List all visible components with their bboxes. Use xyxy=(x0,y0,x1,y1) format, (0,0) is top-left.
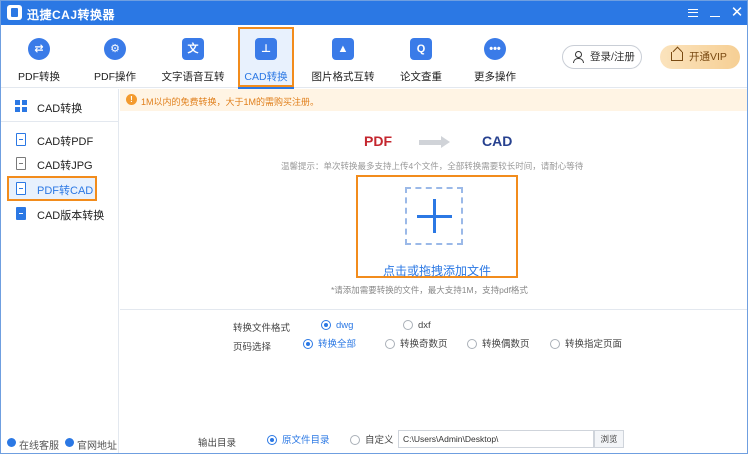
sidebar-item-cad-to-jpg[interactable]: CAD转JPG xyxy=(1,151,118,176)
format-label: 转换文件格式 xyxy=(233,323,291,334)
sidebar-item-cad-to-pdf[interactable]: CAD转PDF xyxy=(1,127,118,152)
page-radio-custom[interactable]: 转换指定页面 xyxy=(550,339,622,352)
open-vip-button[interactable]: 开通VIP xyxy=(660,45,740,69)
support-text: *请添加需要转换的文件，最大支持1M，支持pdf格式 xyxy=(331,285,528,295)
tool-paper-check[interactable]: Q 论文查重 xyxy=(389,27,453,87)
tool-label: 更多操作 xyxy=(474,71,516,83)
app-window: 迅捷CAJ转换器 ✕ ⇄ PDF转换 ⚙ PDF操作 文 文字语音互转 ⊥ CA… xyxy=(0,0,748,454)
divider xyxy=(120,309,747,310)
arrow-right-icon xyxy=(419,136,451,148)
sidebar-item-label: PDF转CAD xyxy=(37,185,94,197)
jpg-file-icon xyxy=(16,157,26,170)
page-radio-all[interactable]: 转换全部 xyxy=(303,339,356,352)
add-file-dropzone[interactable]: 点击或拖拽添加文件 xyxy=(356,175,518,278)
grid-icon xyxy=(15,100,27,112)
format-radio-dxf[interactable]: dxf xyxy=(403,320,431,333)
sidebar: CAD转换 CAD转PDF CAD转JPG PDF转CAD CAD版本转换 在线… xyxy=(1,89,119,453)
tool-label: PDF转换 xyxy=(18,71,60,83)
pdf-convert-icon: ⇄ xyxy=(28,38,50,60)
crown-icon xyxy=(671,52,683,61)
flow-source-format: PDF xyxy=(364,133,392,149)
globe-icon xyxy=(65,438,74,447)
output-dir-label: 输出目录 xyxy=(198,438,237,449)
flow-target-format: CAD xyxy=(482,133,513,149)
login-register-button[interactable]: 登录/注册 xyxy=(562,45,642,69)
tool-label: PDF操作 xyxy=(94,71,136,83)
tool-text-speech[interactable]: 文 文字语音互转 xyxy=(157,27,229,87)
output-radio-custom[interactable]: 自定义 xyxy=(350,435,394,448)
vip-label: 开通VIP xyxy=(689,51,727,63)
sidebar-item-label: CAD版本转换 xyxy=(37,210,105,222)
page-radio-even[interactable]: 转换偶数页 xyxy=(467,339,530,352)
pdf-file-icon xyxy=(16,133,26,146)
tool-label: 论文查重 xyxy=(400,71,442,83)
output-path-field[interactable]: C:\Users\Admin\Desktop\ xyxy=(398,430,594,448)
sidebar-item-label: CAD转PDF xyxy=(37,136,94,148)
headset-icon xyxy=(7,438,16,447)
warning-icon: ! xyxy=(126,94,137,105)
tool-label: 文字语音互转 xyxy=(161,71,225,83)
menu-icon[interactable] xyxy=(684,4,702,22)
sidebar-footer: 在线客服 官网地址 xyxy=(1,435,118,452)
notice-text: 1M以内的免费转换，大于1M的需购买注册。 xyxy=(141,97,320,107)
page-select-label: 页码选择 xyxy=(233,342,272,353)
format-radio-dwg[interactable]: dwg xyxy=(321,320,353,333)
minimize-icon[interactable] xyxy=(706,4,724,22)
sidebar-header: CAD转换 xyxy=(1,89,118,122)
user-icon xyxy=(572,51,584,63)
search-doc-icon: Q xyxy=(410,38,432,60)
page-radio-odd[interactable]: 转换奇数页 xyxy=(385,339,448,352)
app-title: 迅捷CAJ转换器 xyxy=(27,8,116,22)
pdf-file-icon xyxy=(16,182,26,195)
tool-cad-convert[interactable]: ⊥ CAD转换 xyxy=(238,27,294,89)
cad-icon: ⊥ xyxy=(255,38,277,60)
tool-label: 图片格式互转 xyxy=(311,71,375,83)
login-label: 登录/注册 xyxy=(590,51,635,63)
image-icon: ▲ xyxy=(332,38,354,60)
dropzone-label: 点击或拖拽添加文件 xyxy=(382,264,491,278)
sidebar-header-label: CAD转换 xyxy=(37,103,83,115)
title-bar: 迅捷CAJ转换器 ✕ xyxy=(1,1,747,25)
sidebar-item-cad-version[interactable]: CAD版本转换 xyxy=(1,201,118,226)
more-icon: ••• xyxy=(484,38,506,60)
app-logo-icon xyxy=(7,5,22,20)
text-speech-icon: 文 xyxy=(182,38,204,60)
online-service-label: 在线客服 xyxy=(19,441,59,452)
notice-bar: ! 1M以内的免费转换，大于1M的需购买注册。 xyxy=(120,89,747,111)
tip-text: 温馨提示：单次转换最多支持上传4个文件，全部转换需要较长时间，请耐心等待 xyxy=(281,161,584,171)
official-site-link[interactable]: 官网地址 xyxy=(65,437,117,452)
sidebar-item-label: CAD转JPG xyxy=(37,160,93,172)
tool-pdf-operations[interactable]: ⚙ PDF操作 xyxy=(83,27,147,87)
gear-icon: ⚙ xyxy=(104,38,126,60)
tool-image-format[interactable]: ▲ 图片格式互转 xyxy=(309,27,377,87)
tool-more[interactable]: ••• 更多操作 xyxy=(463,27,527,87)
output-radio-source[interactable]: 原文件目录 xyxy=(267,435,330,448)
official-site-label: 官网地址 xyxy=(77,441,117,452)
online-service-link[interactable]: 在线客服 xyxy=(7,437,59,452)
tool-label: CAD转换 xyxy=(244,71,288,83)
cad-file-icon xyxy=(16,207,26,220)
close-icon[interactable]: ✕ xyxy=(728,4,746,22)
tool-pdf-convert[interactable]: ⇄ PDF转换 xyxy=(7,27,71,87)
browse-button[interactable]: 浏览 xyxy=(594,430,624,448)
sidebar-item-pdf-to-cad[interactable]: PDF转CAD xyxy=(7,176,97,201)
